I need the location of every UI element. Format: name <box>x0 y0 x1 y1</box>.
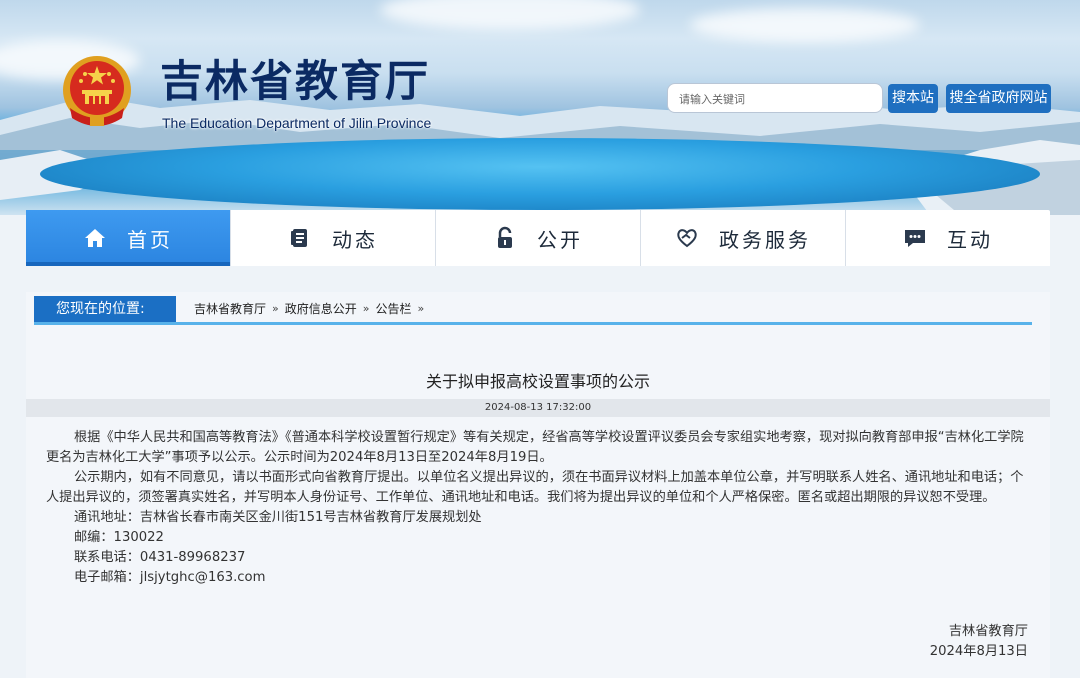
contact-phone: 联系电话：0431-89968237 <box>74 550 246 565</box>
article-title: 关于拟申报高校设置事项的公示 <box>425 372 650 391</box>
contact-email: 电子邮箱：jlsjytghc@163.com <box>74 570 266 585</box>
signer-name: 吉林省教育厅 <box>948 624 1028 639</box>
site-subtitle: The Education Department of Jilin Provin… <box>162 115 432 131</box>
sign-date: 2024年8月13日 <box>929 644 1028 659</box>
search-field[interactable] <box>667 83 883 114</box>
header-banner: 吉林省教育厅 The Education Department of Jilin… <box>0 0 1080 215</box>
chat-icon <box>905 230 925 247</box>
lake-decoration <box>40 138 1040 210</box>
home-icon <box>85 229 105 247</box>
breadcrumb-link-gov-info[interactable]: 政府信息公开 <box>285 296 357 322</box>
nav-item-label: 首页 <box>127 227 173 252</box>
article-datetime: 2024-08-13 17:32:00 <box>26 399 1050 417</box>
article-paragraph: 根据《中华人民共和国高等教育法》《普通本科学校设置暂行规定》等有关规定，经省高等… <box>46 430 1024 465</box>
breadcrumb-link-notice[interactable]: 公告栏 <box>376 296 412 322</box>
nav-item-interaction[interactable]: 互动 <box>846 210 1050 266</box>
breadcrumb-label: 您现在的位置: <box>34 296 176 322</box>
main-nav: 首页 动态 公开 政务服务 互动 <box>26 210 1050 266</box>
breadcrumb-separator: » <box>417 302 425 315</box>
nav-item-public[interactable]: 公开 <box>436 210 641 266</box>
breadcrumb-link-home[interactable]: 吉林省教育厅 <box>194 296 266 322</box>
document-icon <box>291 229 307 247</box>
breadcrumb: 您现在的位置: 吉林省教育厅 » 政府信息公开 » 公告栏 » <box>34 296 1032 325</box>
lock-icon <box>498 226 512 248</box>
nav-item-news[interactable]: 动态 <box>231 210 436 266</box>
contact-postcode: 邮编：130022 <box>74 530 164 545</box>
nav-item-label: 公开 <box>537 227 583 252</box>
search-input[interactable] <box>677 84 871 114</box>
contact-address: 通讯地址：吉林省长春市南关区金川街151号吉林省教育厅发展规划处 <box>74 510 482 525</box>
search-site-button[interactable]: 搜本站 <box>888 84 938 113</box>
article-paragraph: 公示期内，如有不同意见，请以书面形式向省教育厅提出。以单位名义提出异议的，须在书… <box>46 470 1024 505</box>
breadcrumb-links: 吉林省教育厅 » 政府信息公开 » 公告栏 » <box>194 296 424 322</box>
heart-hands-icon <box>677 229 697 248</box>
nav-item-label: 政务服务 <box>719 227 811 252</box>
nav-item-home[interactable]: 首页 <box>26 210 231 266</box>
search-all-gov-button[interactable]: 搜全省政府网站 <box>946 84 1051 113</box>
site-title: 吉林省教育厅 <box>160 57 430 107</box>
content-panel: 您现在的位置: 吉林省教育厅 » 政府信息公开 » 公告栏 » 关于拟申报高校设… <box>26 292 1050 678</box>
national-emblem-icon <box>63 56 131 126</box>
article-signature: 吉林省教育厅 2024年8月13日 <box>930 622 1028 662</box>
breadcrumb-separator: » <box>272 302 279 315</box>
breadcrumb-separator: » <box>362 302 370 315</box>
nav-item-services[interactable]: 政务服务 <box>641 210 846 266</box>
nav-item-label: 互动 <box>947 227 993 252</box>
article-body: 根据《中华人民共和国高等教育法》《普通本科学校设置暂行规定》等有关规定，经省高等… <box>46 428 1026 588</box>
nav-item-label: 动态 <box>332 227 378 252</box>
